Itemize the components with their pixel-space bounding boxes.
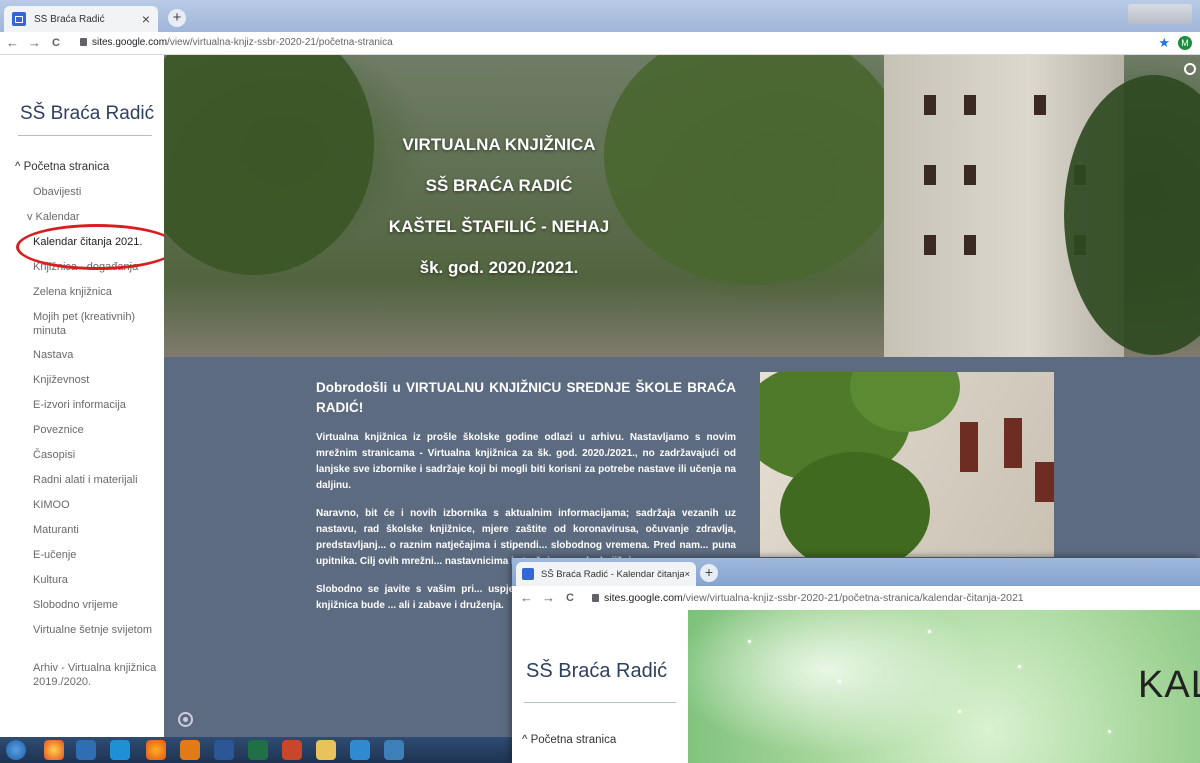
sidebar-item-slobodno-vrijeme[interactable]: Slobodno vrijeme	[0, 593, 164, 618]
hero-line-4: šk. god. 2020./2021.	[419, 258, 579, 277]
sidebar-item-e-ucenje[interactable]: E-učenje	[0, 543, 164, 568]
browser-tab-bar: SŠ Braća Radić × +	[0, 0, 1200, 32]
site-title[interactable]: SŠ Braća Radić	[526, 660, 688, 683]
divider	[18, 135, 152, 136]
forward-button[interactable]: →	[542, 590, 555, 605]
search-icon[interactable]	[1184, 63, 1196, 75]
reload-button[interactable]: C	[52, 37, 60, 49]
settings-icon[interactable]	[178, 712, 193, 727]
sidebar-item-pocetna-stranica[interactable]: ^ Početna stranica	[522, 734, 616, 746]
sidebar-item-virtualne-setnje[interactable]: Virtualne šetnje svijetom	[0, 618, 164, 656]
new-tab-button[interactable]: +	[168, 9, 186, 27]
address-bar: ← → C sites.google.com/view/virtualna-kn…	[0, 32, 1200, 55]
back-button[interactable]: ←	[6, 35, 19, 50]
kalendar-screenshot-window: SŠ Braća Radić - Kalendar čitanja × + ← …	[512, 558, 1200, 763]
sidebar-item-kultura[interactable]: Kultura	[0, 568, 164, 593]
sidebar-item-e-izvori[interactable]: E-izvori informacija	[0, 393, 164, 418]
lock-icon	[592, 594, 599, 602]
welcome-paragraph-1: Virtualna knjižnica iz prošle školske go…	[316, 432, 736, 491]
hero-line-2: SŠ BRAĆA RADIĆ	[425, 176, 573, 195]
word-taskbar-icon[interactable]	[214, 740, 234, 760]
back-button[interactable]: ←	[520, 590, 533, 605]
sidebar-item-casopisi[interactable]: Časopisi	[0, 443, 164, 468]
kalendar-hero-banner: KALE	[688, 610, 1200, 763]
url-field[interactable]: sites.google.com/view/virtualna-knjiz-ss…	[604, 592, 1024, 604]
browser-tab-bar: SŠ Braća Radić - Kalendar čitanja × +	[512, 558, 1200, 586]
close-tab-icon[interactable]: ×	[142, 11, 150, 27]
tree-image	[604, 55, 904, 285]
sidebar-item-obavijesti[interactable]: Obavijesti	[0, 180, 164, 205]
sidebar-item-radni-alati[interactable]: Radni alati i materijali	[0, 468, 164, 493]
start-button[interactable]	[6, 740, 26, 760]
tree-image	[164, 55, 374, 275]
sidebar: SŠ Braća Radić ^ Početna stranica Obavij…	[0, 55, 164, 737]
url-field[interactable]: sites.google.com/view/virtualna-knjiz-ss…	[92, 37, 393, 48]
tab-title: SŠ Braća Radić	[34, 13, 105, 25]
close-tab-icon[interactable]: ×	[684, 569, 690, 580]
sidebar-item-knjizevnost[interactable]: Književnost	[0, 368, 164, 393]
internet-explorer-taskbar-icon[interactable]	[110, 740, 130, 760]
chrome-taskbar-icon[interactable]	[44, 740, 64, 760]
sidebar-item-nastava[interactable]: Nastava	[0, 343, 164, 368]
hero-line-3: KAŠTEL ŠTAFILIĆ - NEHAJ	[388, 217, 610, 236]
tab-title: SŠ Braća Radić - Kalendar čitanja	[541, 568, 685, 580]
outlook-taskbar-icon[interactable]	[180, 740, 200, 760]
folder-taskbar-icon[interactable]	[316, 740, 336, 760]
hero-line-1: VIRTUALNA KNJIŽNICA	[402, 135, 596, 154]
sidebar-item-maturanti[interactable]: Maturanti	[0, 518, 164, 543]
forward-button[interactable]: →	[28, 35, 41, 50]
firefox-taskbar-icon[interactable]	[146, 740, 166, 760]
google-sites-icon	[522, 568, 534, 580]
powerpoint-taskbar-icon[interactable]	[282, 740, 302, 760]
address-bar: ← → C sites.google.com/view/virtualna-kn…	[512, 586, 1200, 611]
welcome-heading: Dobrodošli u VIRTUALNU KNJIŽNICU SREDNJE…	[316, 380, 736, 415]
sidebar-item-zelena-knjiznica[interactable]: Zelena knjižnica	[0, 280, 164, 305]
highlight-circle	[16, 224, 178, 270]
browser-tab[interactable]: SŠ Braća Radić ×	[4, 6, 158, 32]
lock-icon	[80, 38, 87, 46]
sidebar-item-poveznice[interactable]: Poveznice	[0, 418, 164, 443]
excel-taskbar-icon[interactable]	[248, 740, 268, 760]
new-tab-button[interactable]: +	[700, 564, 718, 582]
reload-button[interactable]: C	[566, 592, 574, 604]
sidebar-item-pocetna-stranica[interactable]: ^ Početna stranica	[0, 155, 164, 180]
account-avatar[interactable]: M	[1178, 36, 1192, 50]
site-title[interactable]: SŠ Braća Radić	[20, 103, 154, 125]
sidebar-item-mojih-pet-minuta[interactable]: Mojih pet (kreativnih) minuta	[0, 305, 164, 343]
browser-tab[interactable]: SŠ Braća Radić - Kalendar čitanja ×	[516, 562, 696, 586]
divider	[524, 702, 676, 703]
google-sites-icon	[12, 12, 26, 26]
kalendar-hero-title: KALE	[1138, 664, 1200, 706]
edge-taskbar-icon[interactable]	[350, 740, 370, 760]
school-photo	[760, 372, 1054, 557]
sidebar: SŠ Braća Radić ^ Početna stranica	[512, 610, 688, 763]
media-player-taskbar-icon[interactable]	[76, 740, 96, 760]
sidebar-item-arhiv[interactable]: Arhiv - Virtualna knjižnica 2019./2020.	[0, 656, 164, 694]
sidebar-item-kimoo[interactable]: KIMOO	[0, 493, 164, 518]
app-taskbar-icon[interactable]	[384, 740, 404, 760]
hero-banner: VIRTUALNA KNJIŽNICA SŠ BRAĆA RADIĆ KAŠTE…	[164, 55, 1200, 357]
bookmark-star-icon[interactable]: ★	[1158, 35, 1170, 51]
window-controls[interactable]	[1128, 4, 1192, 24]
